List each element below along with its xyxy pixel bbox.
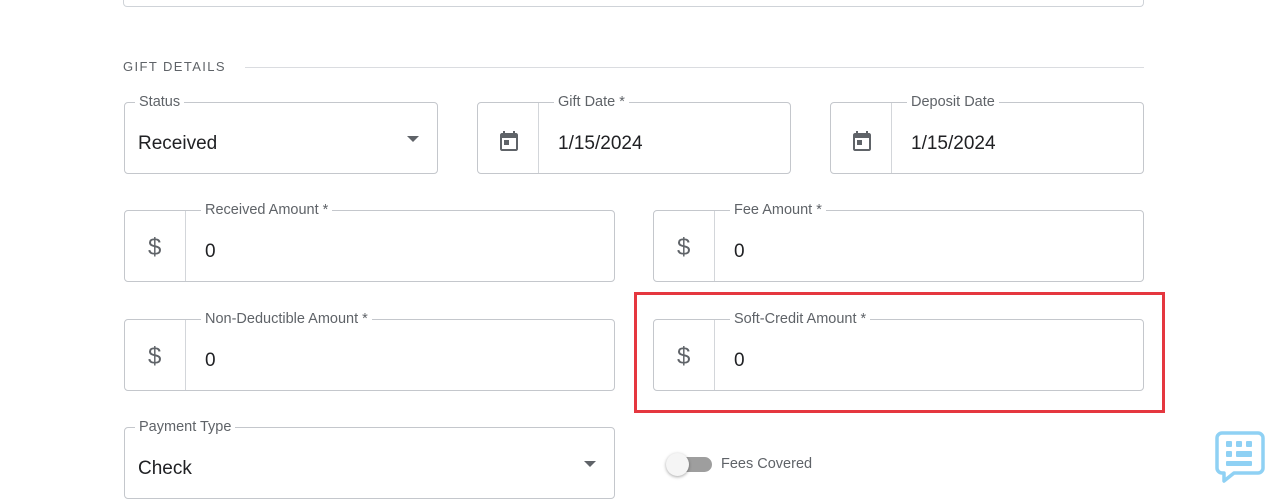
chevron-down-icon[interactable]	[407, 136, 419, 142]
dollar-prefix: $	[148, 343, 162, 370]
payment-type-value: Check	[138, 458, 192, 479]
chevron-down-icon[interactable]	[584, 461, 596, 467]
section-divider	[245, 67, 1144, 68]
fee-amount-field[interactable]: $ Fee Amount * 0	[653, 201, 1144, 282]
payment-type-label: Payment Type	[135, 418, 236, 436]
gift-date-label: Gift Date *	[554, 93, 629, 111]
gift-date-divider	[538, 103, 539, 173]
previous-field-bottom	[123, 0, 1144, 7]
status-label: Status	[135, 93, 185, 111]
calendar-icon[interactable]	[497, 129, 521, 158]
gift-date-field[interactable]: Gift Date * 1/15/2024	[477, 93, 791, 174]
received-amount-divider	[185, 211, 186, 281]
chat-widget-button[interactable]	[1214, 430, 1266, 486]
fee-amount-value: 0	[734, 241, 745, 262]
non-deductible-amount-value: 0	[205, 350, 216, 371]
highlight-box	[634, 292, 1165, 413]
non-deductible-amount-field[interactable]: $ Non-Deductible Amount * 0	[124, 310, 615, 391]
chat-keyboard-icon	[1215, 431, 1265, 483]
received-amount-field[interactable]: $ Received Amount * 0	[124, 201, 615, 282]
fee-amount-divider	[714, 211, 715, 281]
status-select[interactable]: Status Received	[124, 93, 438, 174]
payment-type-select[interactable]: Payment Type Check	[124, 418, 615, 499]
fees-covered-label: Fees Covered	[721, 456, 813, 472]
received-amount-value: 0	[205, 241, 216, 262]
deposit-date-label: Deposit Date	[907, 93, 999, 111]
status-value: Received	[138, 133, 218, 154]
dollar-prefix: $	[148, 234, 162, 261]
fee-amount-label: Fee Amount *	[730, 201, 826, 219]
fees-covered-toggle-thumb[interactable]	[666, 453, 689, 476]
non-deductible-amount-label: Non-Deductible Amount *	[201, 310, 372, 328]
dollar-prefix: $	[677, 234, 691, 261]
deposit-date-field[interactable]: Deposit Date 1/15/2024	[830, 93, 1144, 174]
deposit-date-divider	[891, 103, 892, 173]
section-title: GIFT DETAILS	[123, 59, 227, 74]
calendar-icon[interactable]	[850, 129, 874, 158]
non-deductible-amount-divider	[185, 320, 186, 390]
deposit-date-value: 1/15/2024	[911, 133, 996, 154]
received-amount-label: Received Amount *	[201, 201, 333, 219]
gift-date-value: 1/15/2024	[558, 133, 643, 154]
